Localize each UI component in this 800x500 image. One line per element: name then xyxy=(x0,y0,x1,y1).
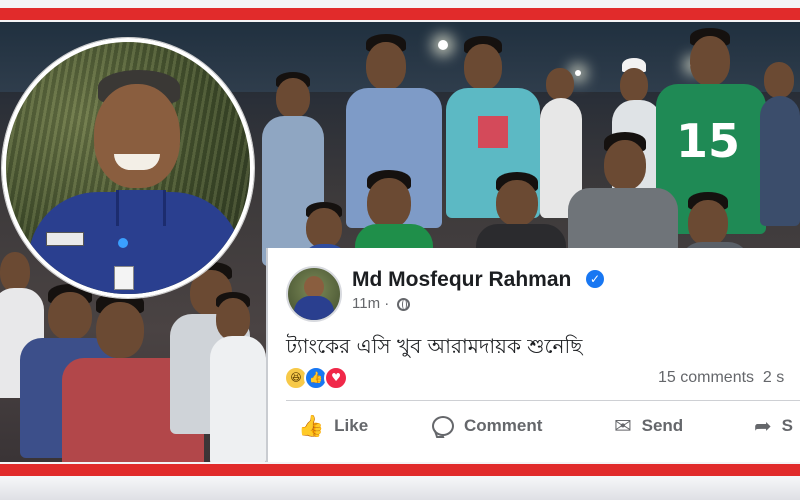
officer-inset-photo xyxy=(2,38,254,298)
author-avatar[interactable] xyxy=(286,266,342,322)
bottom-frame-band xyxy=(0,462,800,500)
send-button[interactable]: ✉ Send xyxy=(614,411,683,441)
top-frame-band xyxy=(0,0,800,22)
comment-label: Comment xyxy=(464,416,543,435)
verified-badge-icon: ✓ xyxy=(586,270,604,288)
thumbs-up-icon: 👍 xyxy=(298,413,325,438)
comment-button[interactable]: Comment xyxy=(432,411,542,441)
globe-icon xyxy=(397,298,411,311)
share-label: S xyxy=(781,416,793,435)
messenger-icon: ✉ xyxy=(614,414,632,438)
jersey-number: 15 xyxy=(676,114,741,168)
love-reaction-icon: ♥ xyxy=(324,366,348,390)
comment-share-counts[interactable]: 15 comments 2 s xyxy=(658,369,784,387)
like-label: Like xyxy=(334,416,369,435)
send-label: Send xyxy=(641,416,684,435)
facebook-post-card: Md Mosfequr Rahman ✓ 11m · ট্যাংকের এসি … xyxy=(266,248,800,462)
reaction-summary[interactable]: 😆 👍 ♥ xyxy=(284,366,364,390)
comment-icon xyxy=(432,416,454,436)
post-meta: 11m · xyxy=(352,295,411,312)
meta-separator: · xyxy=(384,295,390,312)
share-button[interactable]: ➦ S xyxy=(754,411,793,441)
action-divider xyxy=(286,400,800,401)
share-arrow-icon: ➦ xyxy=(754,414,772,438)
post-text: ট্যাংকের এসি খুব আরামদায়ক শুনেছি xyxy=(286,334,583,358)
author-name[interactable]: Md Mosfequr Rahman xyxy=(352,268,571,292)
post-time[interactable]: 11m xyxy=(352,295,380,312)
like-button[interactable]: 👍 Like xyxy=(298,411,368,441)
